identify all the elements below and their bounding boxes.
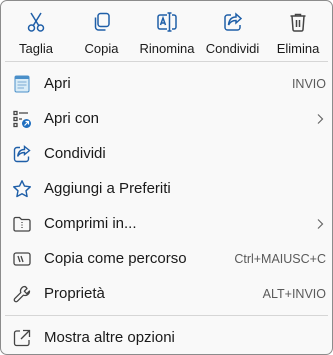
menu-item-share[interactable]: Condividi: [1, 136, 332, 171]
copy-button[interactable]: Copia: [71, 9, 133, 61]
divider: [5, 315, 328, 316]
cut-label: Taglia: [19, 41, 53, 56]
shortcut-text: ALT+INVIO: [262, 287, 326, 301]
menu-item-label: Aggiungi a Preferiti: [44, 180, 171, 197]
open-with-icon: [13, 110, 31, 128]
context-menu: Taglia Copia Rinomina Condividi Elimina …: [0, 0, 333, 355]
delete-button[interactable]: Elimina: [267, 9, 329, 61]
copy-icon: [94, 12, 110, 31]
menu-item-label: Copia come percorso: [44, 250, 187, 267]
share-icon: [13, 145, 31, 163]
menu-item-label: Condividi: [44, 145, 106, 162]
share-label: Condividi: [205, 41, 260, 56]
delete-label: Elimina: [276, 41, 320, 56]
menu-item-label: Apri: [44, 75, 71, 92]
menu-item-copy-as-path[interactable]: Copia come percorso Ctrl+MAIUSC+C: [1, 241, 332, 276]
copy-path-icon: [13, 252, 31, 266]
menu-item-label: Mostra altre opzioni: [44, 329, 175, 346]
menu-item-label: Comprimi in...: [44, 215, 137, 232]
zip-folder-icon: [13, 216, 31, 232]
menu-item-open[interactable]: Apri INVIO: [1, 66, 332, 101]
rename-button[interactable]: Rinomina: [136, 9, 198, 61]
share-icon: [223, 12, 242, 31]
rename-label: Rinomina: [139, 41, 195, 56]
menu-item-properties[interactable]: Proprietà ALT+INVIO: [1, 276, 332, 311]
menu-items: Apri INVIO Apri con Condividi Aggiungi a…: [1, 62, 332, 354]
copy-label: Copia: [84, 41, 119, 56]
chevron-right-icon: [317, 114, 324, 124]
more-options-icon: [13, 329, 31, 347]
notepad-icon: [14, 75, 30, 93]
share-button[interactable]: Condividi: [202, 9, 264, 61]
trash-icon: [290, 13, 306, 32]
scissors-icon: [27, 12, 45, 32]
shortcut-text: Ctrl+MAIUSC+C: [234, 252, 326, 266]
rename-icon: [157, 12, 177, 32]
menu-item-label: Apri con: [44, 110, 100, 127]
menu-item-show-more-options[interactable]: Mostra altre opzioni: [1, 320, 332, 354]
menu-item-add-favorites[interactable]: Aggiungi a Preferiti: [1, 171, 332, 206]
shortcut-text: INVIO: [291, 77, 326, 91]
menu-item-label: Proprietà: [44, 285, 105, 302]
menu-item-open-with[interactable]: Apri con: [1, 101, 332, 136]
star-icon: [13, 180, 31, 198]
cut-button[interactable]: Taglia: [5, 9, 67, 61]
chevron-right-icon: [317, 219, 324, 229]
menu-item-compress[interactable]: Comprimi in...: [1, 206, 332, 241]
wrench-icon: [13, 285, 31, 303]
quick-actions-toolbar: Taglia Copia Rinomina Condividi Elimina: [1, 1, 332, 61]
